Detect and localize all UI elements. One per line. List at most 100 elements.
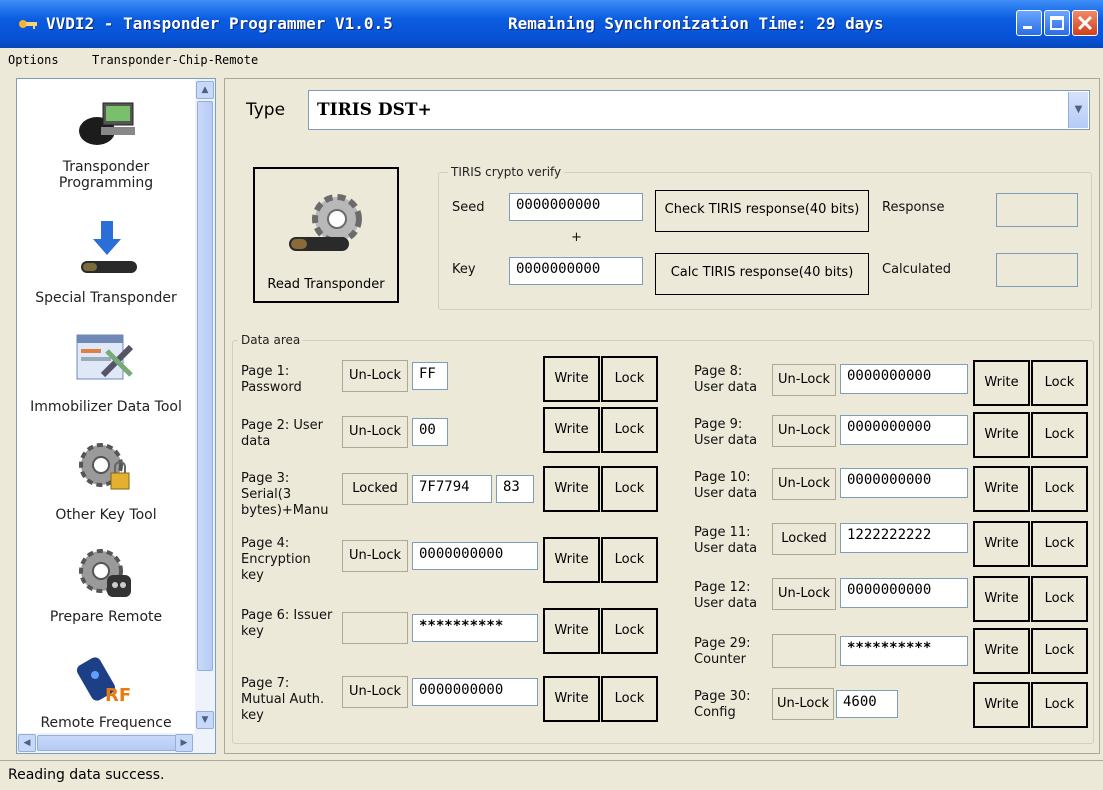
maximize-button[interactable] [1044, 10, 1070, 36]
page12-write-button[interactable]: Write [973, 576, 1030, 622]
page8-write-button[interactable]: Write [973, 360, 1030, 406]
menu-options[interactable]: Options [8, 53, 59, 67]
key-input[interactable]: 0000000000 [509, 257, 643, 285]
title-bar: VVDI2 - Tansponder Programmer V1.0.5 Rem… [0, 0, 1103, 48]
page10-write-button[interactable]: Write [973, 466, 1030, 512]
menu-bar: Options Transponder-Chip-Remote [0, 48, 1103, 72]
read-transponder-button[interactable]: Read Transponder [253, 167, 399, 303]
page9-write-button[interactable]: Write [973, 412, 1030, 458]
key-computer-icon [79, 102, 135, 145]
check-tiris-response-button[interactable]: Check TIRIS response(40 bits) [655, 190, 869, 232]
page8-lock-button[interactable]: Lock [1031, 360, 1088, 406]
scroll-down-arrow-icon[interactable]: ▼ [196, 711, 214, 729]
page9-label: Page 9: User data [694, 417, 758, 448]
sidebar-item-remote-frequence[interactable]: Remote Frequence [17, 715, 195, 731]
page29-write-button[interactable]: Write [973, 628, 1030, 674]
sidebar-scroll-thumb-horizontal[interactable] [37, 735, 177, 751]
page3-serial-input[interactable]: 7F7794 [412, 475, 492, 503]
page10-lock-button[interactable]: Lock [1031, 466, 1088, 512]
page11-write-button[interactable]: Write [973, 521, 1030, 567]
page1-label: Page 1: Password [241, 364, 302, 395]
page2-status: Un-Lock [342, 416, 408, 448]
page4-write-button[interactable]: Write [543, 537, 600, 583]
page11-lock-button[interactable]: Lock [1031, 521, 1088, 567]
page6-write-button[interactable]: Write [543, 608, 600, 654]
page7-write-button[interactable]: Write [543, 676, 600, 722]
page4-status: Un-Lock [342, 540, 408, 572]
page10-label: Page 10: User data [694, 470, 758, 501]
page2-write-button[interactable]: Write [543, 407, 600, 453]
page7-lock-button[interactable]: Lock [601, 676, 658, 722]
page30-lock-button[interactable]: Lock [1031, 682, 1088, 728]
plus-sign: + [571, 230, 582, 245]
sidebar-item-other-key-tool[interactable]: Other Key Tool [17, 507, 195, 523]
page30-write-button[interactable]: Write [973, 682, 1030, 728]
calculated-field [996, 253, 1078, 287]
sidebar-scroll-thumb[interactable] [197, 101, 213, 671]
page1-write-button[interactable]: Write [543, 356, 600, 402]
status-message: Reading data success. [8, 767, 165, 783]
page1-lock-button[interactable]: Lock [601, 356, 658, 402]
page30-value-input[interactable]: 4600 [836, 690, 898, 718]
page9-value-input[interactable]: 0000000000 [840, 415, 968, 445]
page12-value-input[interactable]: 0000000000 [840, 578, 968, 608]
tools-window-icon [76, 334, 134, 380]
sidebar: Transponder Programming Special Transpon… [16, 78, 216, 754]
key-label: Key [452, 262, 476, 277]
page3-write-button[interactable]: Write [543, 466, 600, 512]
scroll-left-arrow-icon[interactable]: ◀ [18, 734, 36, 752]
page11-value-input[interactable]: 1222222222 [840, 523, 968, 553]
page29-lock-button[interactable]: Lock [1031, 628, 1088, 674]
close-icon [1077, 15, 1093, 31]
sidebar-item-transponder-programming[interactable]: Transponder Programming [17, 159, 195, 191]
status-bar: Reading data success. [0, 760, 1103, 790]
minimize-button[interactable] [1016, 10, 1042, 36]
rf-remote-icon: RF [76, 657, 131, 706]
page6-value-input[interactable]: ********** [412, 614, 538, 642]
app-logo-icon [19, 20, 37, 29]
page29-label: Page 29: Counter [694, 636, 751, 667]
page1-status: Un-Lock [342, 360, 408, 392]
page3-manu-input[interactable]: 83 [496, 475, 534, 503]
page6-label: Page 6: Issuer key [241, 608, 333, 639]
page11-status: Locked [772, 523, 836, 555]
close-button[interactable] [1072, 10, 1098, 36]
page8-label: Page 8: User data [694, 364, 758, 395]
menu-transponder-chip-remote[interactable]: Transponder-Chip-Remote [92, 53, 258, 67]
page6-lock-button[interactable]: Lock [601, 608, 658, 654]
read-transponder-label: Read Transponder [267, 277, 385, 292]
page2-value-input[interactable]: 00 [412, 418, 448, 446]
scroll-up-arrow-icon[interactable]: ▲ [196, 81, 214, 99]
page4-lock-button[interactable]: Lock [601, 537, 658, 583]
transponder-arrow-icon [81, 221, 137, 273]
page2-lock-button[interactable]: Lock [601, 407, 658, 453]
calc-tiris-response-button[interactable]: Calc TIRIS response(40 bits) [655, 253, 869, 295]
calculated-label: Calculated [882, 262, 951, 277]
minimize-icon [1023, 26, 1032, 29]
scroll-right-arrow-icon[interactable]: ▶ [175, 734, 193, 752]
page4-value-input[interactable]: 0000000000 [412, 542, 538, 570]
type-value: TIRIS DST+ [317, 100, 432, 120]
page8-value-input[interactable]: 0000000000 [840, 364, 968, 394]
seed-input[interactable]: 0000000000 [509, 193, 643, 221]
type-select[interactable]: TIRIS DST+ ▼ [308, 90, 1090, 130]
page1-value-input[interactable]: FF [412, 362, 448, 390]
page29-value-input[interactable]: ********** [840, 636, 968, 666]
sidebar-item-prepare-remote[interactable]: Prepare Remote [17, 609, 195, 625]
page7-value-input[interactable]: 0000000000 [412, 678, 538, 706]
sidebar-item-special-transponder[interactable]: Special Transponder [17, 290, 195, 306]
window-title: VVDI2 - Tansponder Programmer V1.0.5 [46, 14, 393, 33]
seed-label: Seed [452, 200, 485, 215]
page29-status [772, 634, 836, 668]
type-label: Type [246, 100, 286, 120]
page11-label: Page 11: User data [694, 525, 758, 556]
response-field [996, 193, 1078, 227]
chevron-down-icon[interactable]: ▼ [1068, 92, 1088, 128]
page10-value-input[interactable]: 0000000000 [840, 468, 968, 498]
sidebar-item-immobilizer-data-tool[interactable]: Immobilizer Data Tool [17, 399, 195, 415]
page9-lock-button[interactable]: Lock [1031, 412, 1088, 458]
svg-text:RF: RF [105, 685, 131, 706]
page12-lock-button[interactable]: Lock [1031, 576, 1088, 622]
sync-remaining: Remaining Synchronization Time: 29 days [508, 14, 884, 33]
page3-lock-button[interactable]: Lock [601, 466, 658, 512]
